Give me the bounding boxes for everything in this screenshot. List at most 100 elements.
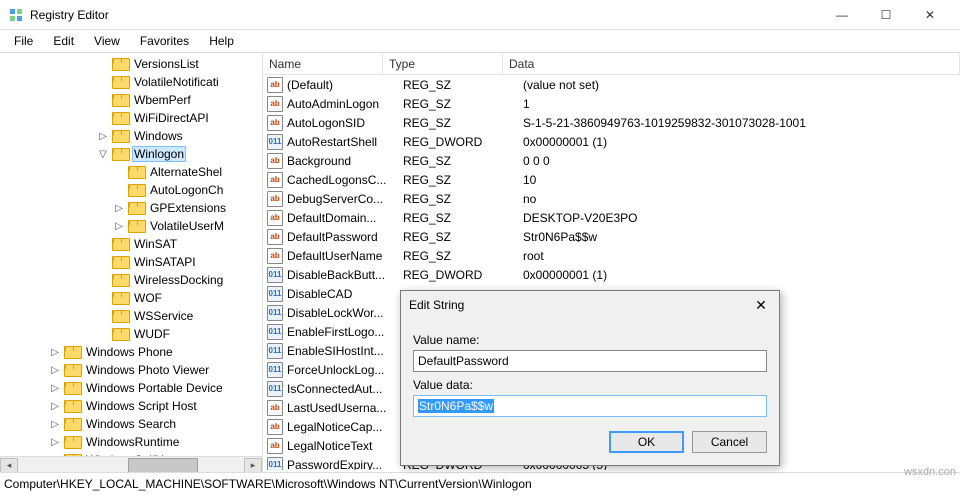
tree-item[interactable]: WOF <box>0 289 262 307</box>
value-row[interactable]: abDefaultDomain...REG_SZDESKTOP-V20E3PO <box>263 208 960 227</box>
expand-icon[interactable]: ▷ <box>48 399 62 413</box>
folder-icon <box>112 273 128 287</box>
value-name: AutoLogonSID <box>287 116 403 130</box>
expand-icon[interactable]: ▷ <box>48 345 62 359</box>
tree-item[interactable]: ▷WindowsRuntime <box>0 433 262 451</box>
tree-item[interactable]: ▽Winlogon <box>0 145 262 163</box>
value-row[interactable]: abBackgroundREG_SZ0 0 0 <box>263 151 960 170</box>
expand-icon[interactable] <box>96 111 110 125</box>
tree-item[interactable]: WinSATAPI <box>0 253 262 271</box>
tree-item[interactable]: AutoLogonCh <box>0 181 262 199</box>
menu-edit[interactable]: Edit <box>43 32 84 50</box>
tree-item[interactable]: WbemPerf <box>0 91 262 109</box>
expand-icon[interactable] <box>96 309 110 323</box>
dialog-close-button[interactable]: ✕ <box>751 297 771 314</box>
ok-button[interactable]: OK <box>609 431 684 453</box>
tree-item[interactable]: VersionsList <box>0 55 262 73</box>
cancel-button[interactable]: Cancel <box>692 431 767 453</box>
value-row[interactable]: abDefaultUserNameREG_SZroot <box>263 246 960 265</box>
expand-icon[interactable]: ▽ <box>96 147 110 161</box>
dialog-titlebar[interactable]: Edit String ✕ <box>401 291 779 319</box>
value-data-selection: Str0N6Pa$$w <box>418 399 494 413</box>
expand-icon[interactable] <box>96 93 110 107</box>
tree-item[interactable]: ▷Windows Search <box>0 415 262 433</box>
expand-icon[interactable]: ▷ <box>48 417 62 431</box>
tree-item[interactable]: WiFiDirectAPI <box>0 109 262 127</box>
tree-item[interactable]: ▷Windows <box>0 127 262 145</box>
close-button[interactable]: ✕ <box>908 1 952 29</box>
list-header[interactable]: Name Type Data <box>263 53 960 75</box>
value-name-input[interactable] <box>413 350 767 372</box>
menu-favorites[interactable]: Favorites <box>130 32 199 50</box>
value-type: REG_SZ <box>403 173 523 187</box>
watermark: wsxdn.con <box>904 466 956 478</box>
tree-item[interactable]: ▷GPExtensions <box>0 199 262 217</box>
expand-icon[interactable] <box>96 273 110 287</box>
tree-item[interactable]: WUDF <box>0 325 262 343</box>
tree-label: WinSATAPI <box>132 255 198 269</box>
folder-icon <box>64 363 80 377</box>
value-row[interactable]: abDefaultPasswordREG_SZStr0N6Pa$$w <box>263 227 960 246</box>
expand-icon[interactable] <box>96 237 110 251</box>
value-data: DESKTOP-V20E3PO <box>523 211 960 225</box>
menu-view[interactable]: View <box>84 32 130 50</box>
value-data-input[interactable]: Str0N6Pa$$w <box>413 395 767 417</box>
value-type: REG_SZ <box>403 78 523 92</box>
value-row[interactable]: abCachedLogonsC...REG_SZ10 <box>263 170 960 189</box>
value-row[interactable]: abAutoAdminLogonREG_SZ1 <box>263 94 960 113</box>
expand-icon[interactable]: ▷ <box>112 201 126 215</box>
dword-value-icon: 011 <box>267 267 283 283</box>
value-row[interactable]: abDebugServerCo...REG_SZno <box>263 189 960 208</box>
expand-icon[interactable] <box>112 183 126 197</box>
dword-value-icon: 011 <box>267 134 283 150</box>
folder-icon <box>112 291 128 305</box>
expand-icon[interactable] <box>96 327 110 341</box>
tree-item[interactable]: AlternateShel <box>0 163 262 181</box>
expand-icon[interactable] <box>96 57 110 71</box>
value-data: 0x00000001 (1) <box>523 135 960 149</box>
expand-icon[interactable]: ▷ <box>96 129 110 143</box>
value-name: DisableBackButt... <box>287 268 403 282</box>
scroll-thumb[interactable] <box>128 458 198 473</box>
tree-item[interactable]: WinSAT <box>0 235 262 253</box>
col-name[interactable]: Name <box>263 53 383 74</box>
tree-item[interactable]: ▷Windows Photo Viewer <box>0 361 262 379</box>
menu-help[interactable]: Help <box>199 32 244 50</box>
expand-icon[interactable] <box>96 75 110 89</box>
tree-item[interactable]: ▷Windows Phone <box>0 343 262 361</box>
value-row[interactable]: 011AutoRestartShellREG_DWORD0x00000001 (… <box>263 132 960 151</box>
value-type: REG_SZ <box>403 211 523 225</box>
value-name: PasswordExpiry... <box>287 458 403 471</box>
col-type[interactable]: Type <box>383 53 503 74</box>
value-row[interactable]: ab(Default)REG_SZ(value not set) <box>263 75 960 94</box>
tree-label: WSService <box>132 309 195 323</box>
expand-icon[interactable]: ▷ <box>48 363 62 377</box>
menu-file[interactable]: File <box>4 32 43 50</box>
value-row[interactable]: abAutoLogonSIDREG_SZS-1-5-21-3860949763-… <box>263 113 960 132</box>
expand-icon[interactable]: ▷ <box>112 219 126 233</box>
value-name: AutoAdminLogon <box>287 97 403 111</box>
tree-item[interactable]: ▷VolatileUserM <box>0 217 262 235</box>
maximize-button[interactable]: ☐ <box>864 1 908 29</box>
tree-hscrollbar[interactable]: ◂▸ <box>0 456 262 472</box>
folder-icon <box>128 165 144 179</box>
scroll-left-button[interactable]: ◂ <box>0 458 18 473</box>
value-row[interactable]: 011DisableBackButt...REG_DWORD0x00000001… <box>263 265 960 284</box>
tree-item[interactable]: ▷Windows Portable Device <box>0 379 262 397</box>
tree-item[interactable]: ▷Windows Script Host <box>0 397 262 415</box>
scroll-right-button[interactable]: ▸ <box>244 458 262 473</box>
key-tree[interactable]: VersionsListVolatileNotificatiWbemPerfWi… <box>0 53 263 472</box>
tree-item[interactable]: WirelessDocking <box>0 271 262 289</box>
minimize-button[interactable]: — <box>820 1 864 29</box>
expand-icon[interactable]: ▷ <box>48 435 62 449</box>
dword-value-icon: 011 <box>267 381 283 397</box>
expand-icon[interactable] <box>96 255 110 269</box>
tree-item[interactable]: VolatileNotificati <box>0 73 262 91</box>
expand-icon[interactable]: ▷ <box>48 381 62 395</box>
tree-item[interactable]: WSService <box>0 307 262 325</box>
expand-icon[interactable] <box>96 291 110 305</box>
col-data[interactable]: Data <box>503 53 960 74</box>
expand-icon[interactable] <box>112 165 126 179</box>
dword-value-icon: 011 <box>267 305 283 321</box>
value-type: REG_DWORD <box>403 135 523 149</box>
